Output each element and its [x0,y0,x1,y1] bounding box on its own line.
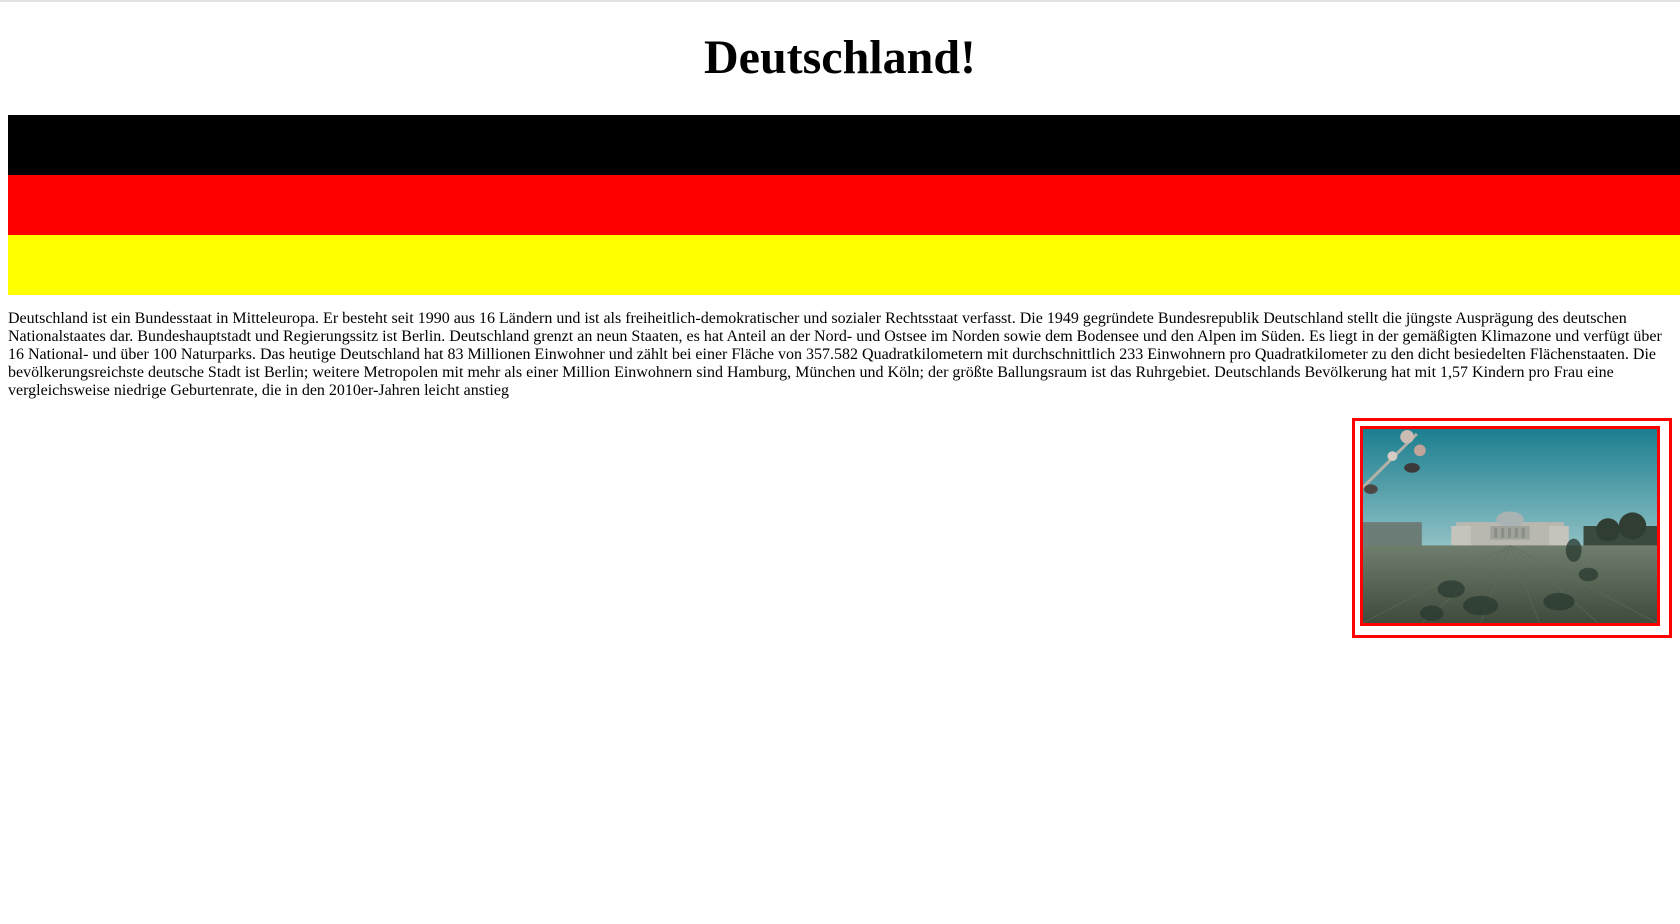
flag-stripe-red [8,175,1680,235]
german-flag [8,115,1680,295]
reichstag-photo-image [1363,429,1657,623]
flag-stripe-black [8,115,1680,175]
reichstag-photo-frame [1352,418,1672,638]
flag-stripe-gold [8,235,1680,295]
page-title: Deutschland! [703,31,977,84]
reichstag-photo [1360,426,1660,626]
intro-paragraph: Deutschland ist ein Bundesstaat in Mitte… [8,310,1662,399]
top-divider [0,0,1680,2]
